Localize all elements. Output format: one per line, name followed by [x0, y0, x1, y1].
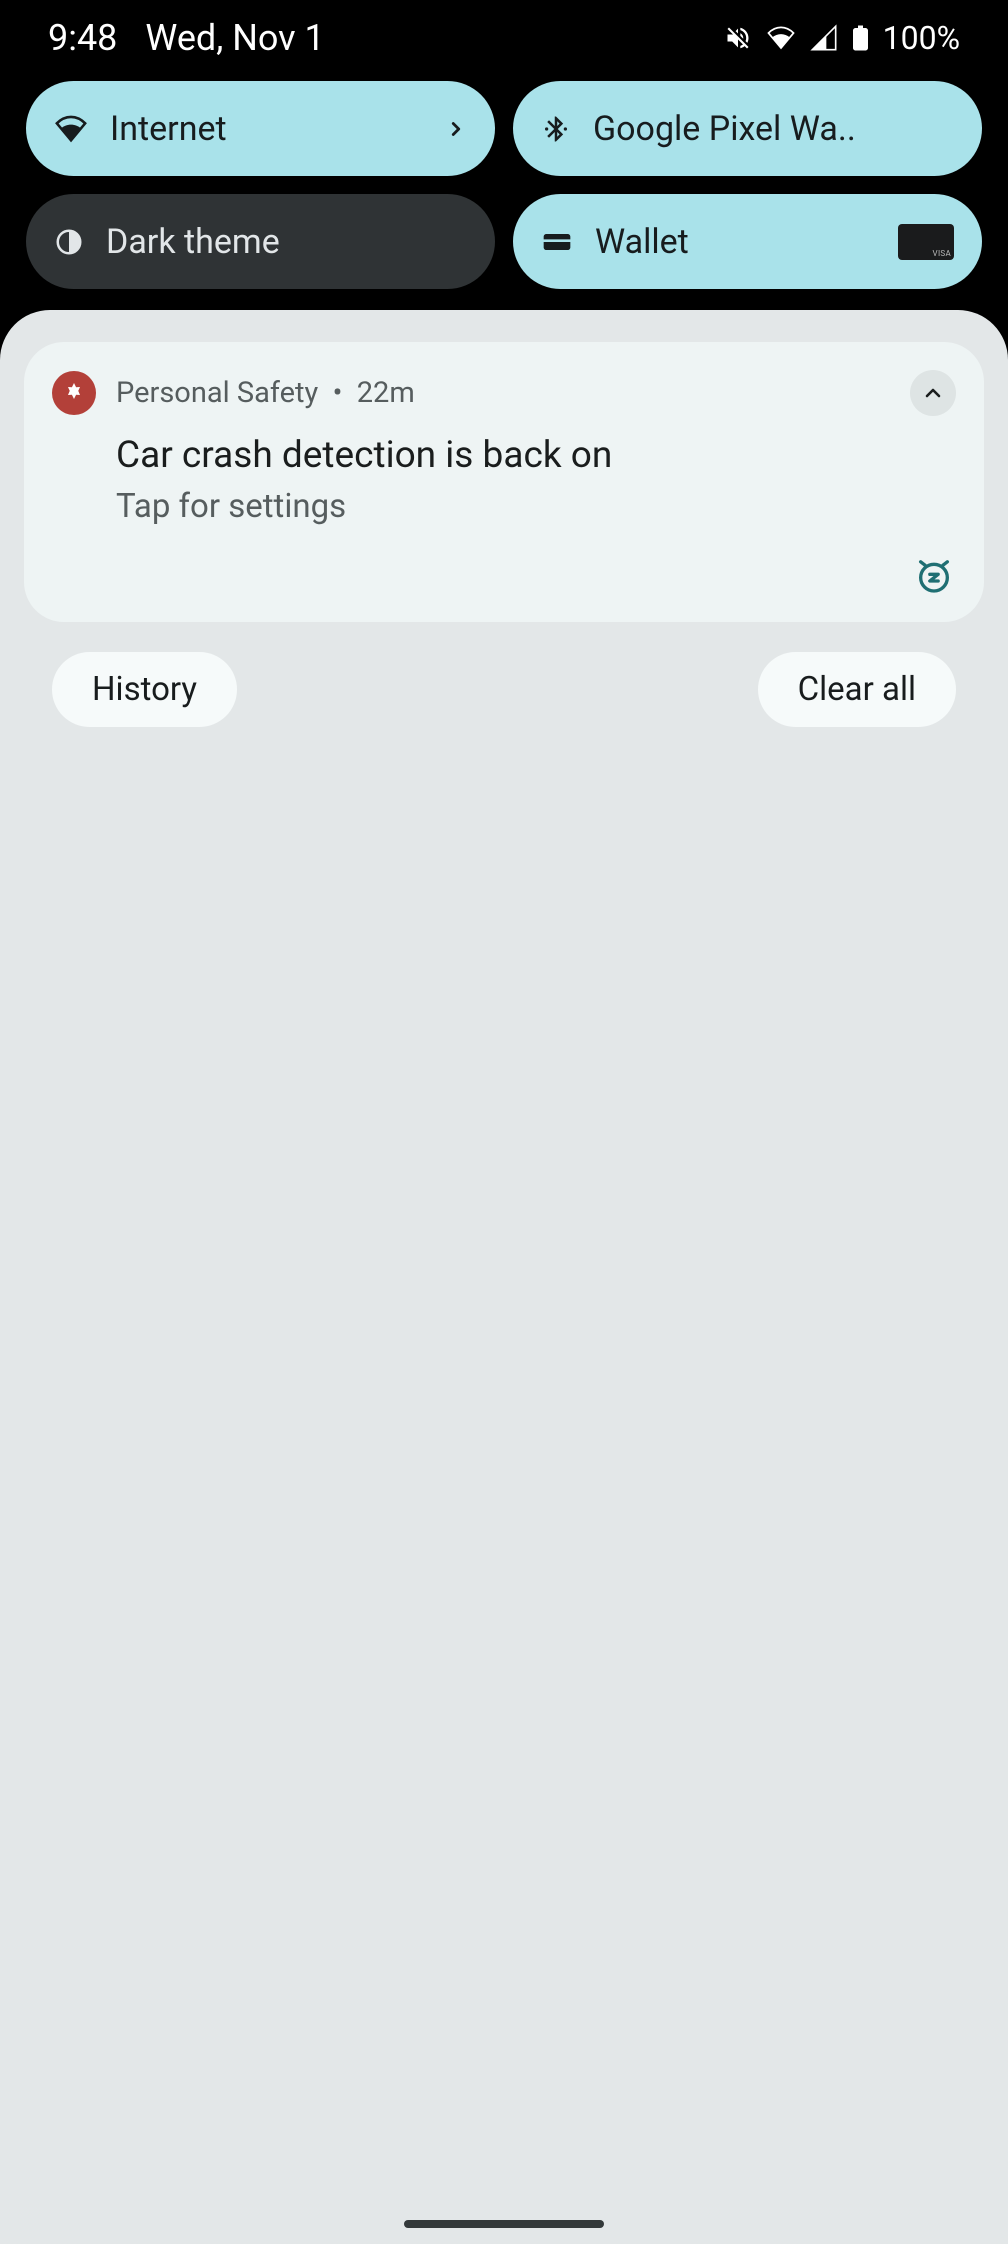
notification-app-meta: Personal Safety • 22m — [116, 376, 415, 410]
qs-tile-label: Google Pixel Wa.. — [593, 109, 954, 149]
qs-tile-internet[interactable]: Internet — [26, 81, 495, 176]
status-bar: 9:48 Wed, Nov 1 100% — [0, 0, 1008, 75]
quick-settings: Internet Google Pixel Wa.. Dark theme Wa… — [0, 81, 1008, 289]
qs-tile-wallet[interactable]: Wallet — [513, 194, 982, 289]
clear-all-button[interactable]: Clear all — [758, 652, 956, 727]
battery-percent: 100% — [883, 19, 960, 57]
dark-theme-icon — [54, 227, 84, 257]
wifi-icon — [766, 23, 796, 53]
qs-tile-bluetooth[interactable]: Google Pixel Wa.. — [513, 81, 982, 176]
nav-handle[interactable] — [404, 2220, 604, 2228]
qs-tile-label: Dark theme — [106, 222, 467, 262]
notification-card[interactable]: Personal Safety • 22m Car crash detectio… — [24, 342, 984, 622]
snooze-button[interactable] — [912, 554, 956, 598]
notification-actions — [52, 526, 956, 598]
notification-header: Personal Safety • 22m — [52, 370, 956, 416]
qs-tile-label: Wallet — [595, 222, 876, 262]
notification-app-name: Personal Safety — [116, 376, 318, 410]
wifi-icon — [54, 112, 88, 146]
history-button[interactable]: History — [52, 652, 237, 727]
panel-buttons: History Clear all — [24, 652, 984, 727]
status-right: 100% — [724, 19, 960, 57]
notification-body: Car crash detection is back on Tap for s… — [52, 416, 956, 526]
personal-safety-icon — [52, 371, 96, 415]
wallet-card-thumbnail — [898, 224, 954, 260]
notification-panel: Personal Safety • 22m Car crash detectio… — [0, 310, 1008, 2244]
signal-icon — [810, 24, 838, 52]
collapse-button[interactable] — [910, 370, 956, 416]
qs-tile-dark-theme[interactable]: Dark theme — [26, 194, 495, 289]
status-date: Wed, Nov 1 — [145, 17, 324, 59]
bluetooth-icon — [541, 114, 571, 144]
chevron-right-icon — [445, 109, 467, 149]
status-time: 9:48 — [48, 17, 117, 59]
notification-title: Car crash detection is back on — [116, 434, 956, 477]
qs-tile-label: Internet — [110, 109, 423, 149]
notification-subtitle: Tap for settings — [116, 487, 956, 526]
wallet-icon — [541, 226, 573, 258]
battery-icon — [852, 23, 869, 53]
status-left: 9:48 Wed, Nov 1 — [48, 17, 325, 59]
mute-icon — [724, 24, 752, 52]
notification-time: 22m — [357, 376, 415, 410]
